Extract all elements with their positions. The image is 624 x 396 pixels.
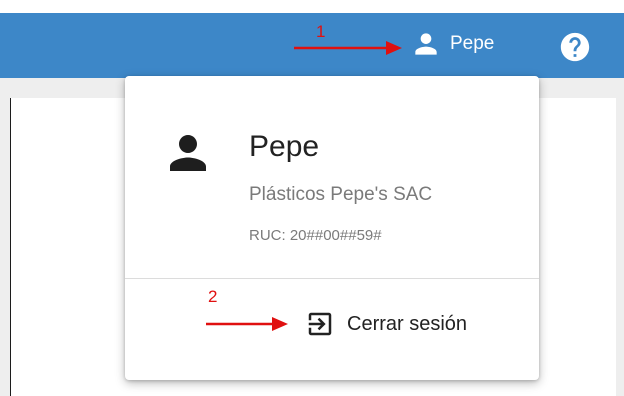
top-strip bbox=[0, 0, 624, 13]
profile-name: Pepe bbox=[249, 130, 320, 163]
header-user-name: Pepe bbox=[450, 32, 495, 54]
user-menu-button[interactable]: Pepe bbox=[410, 16, 494, 71]
profile-popover: Pepe Plásticos Pepe's SAC RUC: 20##00##5… bbox=[125, 76, 539, 380]
ruc-number: RUC: 20##00##59# bbox=[249, 227, 382, 244]
annotation-number-2: 2 bbox=[208, 287, 218, 306]
logout-button[interactable]: Cerrar sesión bbox=[305, 304, 467, 344]
divider bbox=[125, 278, 539, 279]
logout-label: Cerrar sesión bbox=[347, 312, 468, 335]
annotation-arrow-1-icon bbox=[294, 41, 402, 55]
company-name: Plásticos Pepe's SAC bbox=[249, 184, 433, 205]
person-icon bbox=[170, 135, 206, 171]
logout-icon bbox=[308, 312, 332, 336]
annotation-arrow-2-icon bbox=[206, 317, 288, 331]
help-circle-icon[interactable] bbox=[558, 30, 592, 64]
person-icon bbox=[415, 32, 437, 55]
